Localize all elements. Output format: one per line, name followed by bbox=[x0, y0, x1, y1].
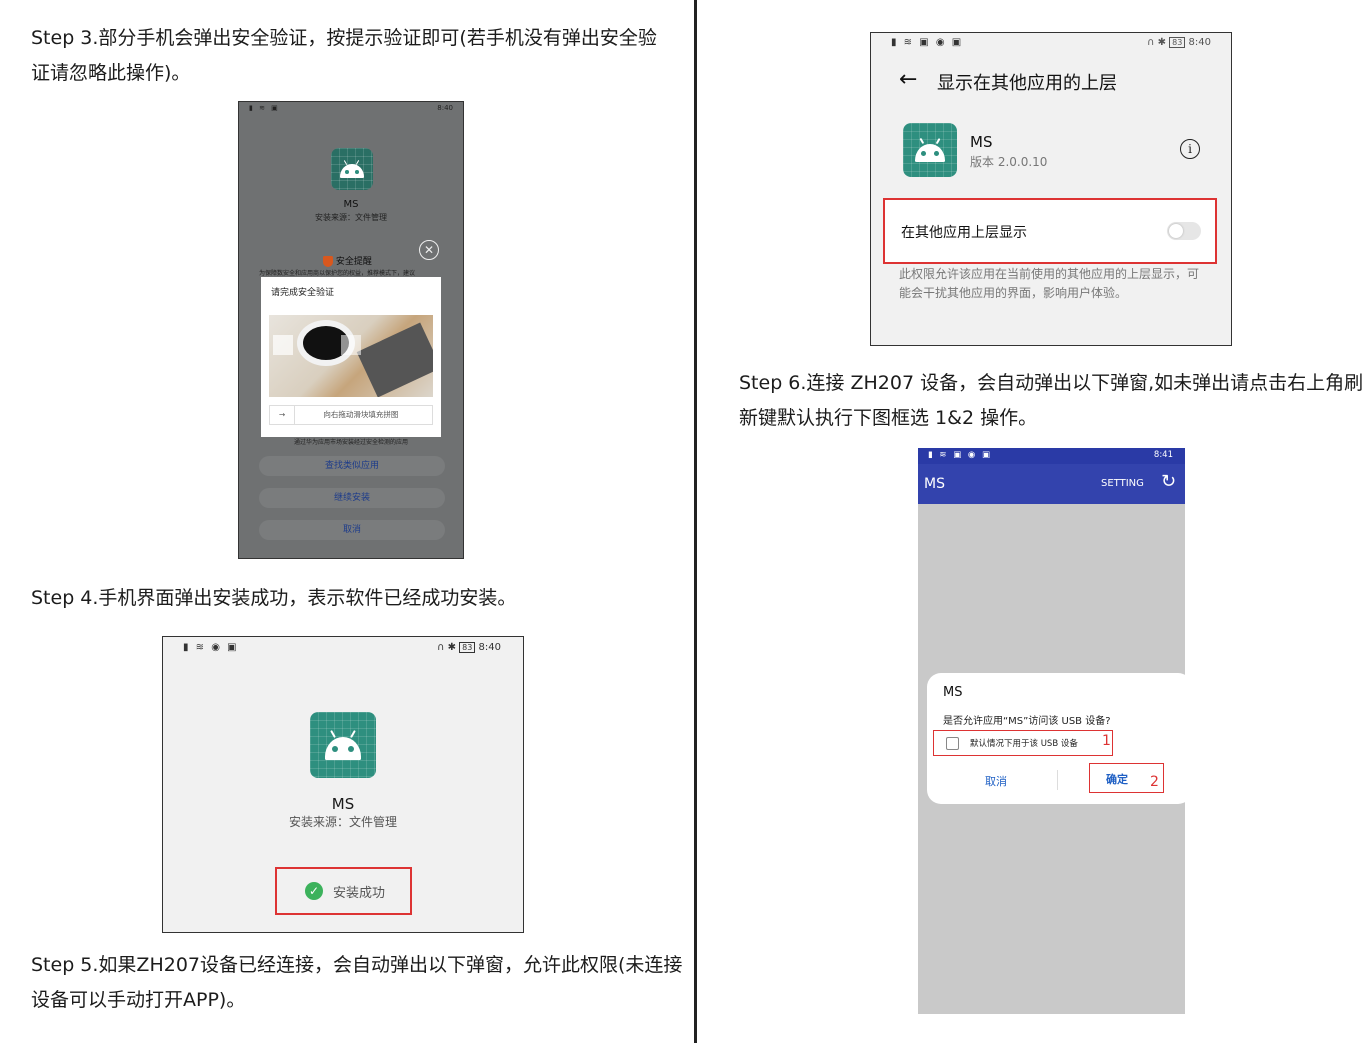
step3-text: Step 3.部分手机会弹出安全验证，按提示验证即可(若手机没有弹出安全验 证请… bbox=[31, 21, 657, 91]
default-usb-checkbox-row[interactable]: 默认情况下用于该 USB 设备 1 bbox=[933, 730, 1113, 756]
continue-install-button[interactable]: 继续安装 bbox=[259, 488, 445, 508]
ok-button-highlight[interactable]: 确定 2 bbox=[1089, 763, 1164, 793]
dialog-question: 是否允许应用“MS”访问该 USB 设备? bbox=[943, 716, 1111, 727]
step6-line1: Step 6.连接 ZH207 设备，会自动弹出以下弹窗,如未弹出请点击右上角刷 bbox=[739, 372, 1364, 394]
status-icons: ▮ ≋ ◉ ▣ bbox=[183, 642, 239, 653]
status-time: 8:40 bbox=[478, 642, 501, 653]
app-title: MS bbox=[924, 476, 945, 492]
security-title: 安全提醒 bbox=[335, 257, 372, 267]
status-icons: ▮ ≋ ▣ ◉ ▣ bbox=[928, 450, 993, 460]
info-icon[interactable]: i bbox=[1180, 139, 1200, 159]
step5-line2: 设备可以手动打开APP)。 bbox=[31, 989, 246, 1011]
android-app-icon bbox=[310, 712, 376, 778]
cancel-button[interactable]: 取消 bbox=[259, 520, 445, 540]
marker-2: 2 bbox=[1150, 774, 1159, 790]
battery-icon: 83 bbox=[459, 642, 476, 653]
verified-note: 通过华为应用市场安装经过安全检测的应用 bbox=[293, 439, 408, 446]
default-usb-checkbox[interactable] bbox=[946, 737, 959, 750]
step3-line2: 证请忽略此操作)。 bbox=[31, 62, 191, 84]
security-verify-screenshot: ▮ ≋ ▣ 8:40 MS 安装来源：文件管理 ✕ 安全提醒 为保障数安全和应用… bbox=[238, 101, 464, 559]
android-app-icon bbox=[903, 123, 957, 177]
permission-description: 此权限允许该应用在当前使用的其他应用的上层显示，可能会干扰其他应用的界面，影响用… bbox=[899, 267, 1200, 300]
usb-permission-screenshot: ▮ ≋ ▣ ◉ ▣ 8:41 MS SETTING ↻ MS 是否允许应用“MS… bbox=[918, 448, 1185, 1014]
success-label: 安装成功 bbox=[333, 886, 386, 901]
install-source: 安装来源：文件管理 bbox=[288, 815, 397, 829]
slider-text: 向右拖动滑块填充拼图 bbox=[323, 410, 399, 419]
dialog-title: MS bbox=[943, 685, 963, 700]
status-icons: ▮ ≋ ▣ bbox=[249, 104, 280, 112]
step5-line1: Step 5.如果ZH207设备已经连接，会自动弹出以下弹窗，允许此权限(未连接 bbox=[31, 954, 683, 976]
status-bar: ▮ ≋ ▣ ◉ ▣ 8:41 bbox=[918, 448, 1185, 464]
battery-icon: 83 bbox=[1169, 37, 1186, 48]
android-app-icon bbox=[331, 148, 373, 190]
overlay-toggle-switch[interactable] bbox=[1167, 222, 1201, 240]
checkbox-label: 默认情况下用于该 USB 设备 bbox=[970, 739, 1078, 749]
app-name: MS bbox=[343, 199, 359, 210]
page-title: 显示在其他应用的上层 bbox=[937, 73, 1117, 94]
overlay-toggle-row[interactable]: 在其他应用上层显示 bbox=[883, 198, 1217, 264]
cancel-button[interactable]: 取消 bbox=[985, 773, 1007, 789]
status-time: 8:41 bbox=[1153, 450, 1173, 460]
usb-permission-dialog: MS 是否允许应用“MS”访问该 USB 设备? 默认情况下用于该 USB 设备… bbox=[927, 673, 1185, 804]
security-header: 安全提醒 bbox=[323, 254, 372, 267]
puzzle-image[interactable] bbox=[269, 315, 433, 397]
status-right: ∩ ✱ 83 8:40 bbox=[1147, 37, 1211, 48]
close-icon[interactable]: ✕ bbox=[419, 240, 439, 260]
status-right: ∩ ✱ 83 8:40 bbox=[437, 642, 501, 653]
app-name: MS bbox=[970, 133, 993, 151]
security-text: 为保障数安全和应用商以保护您的权益，推荐模式下，建议 bbox=[259, 270, 416, 277]
button-divider bbox=[1057, 770, 1058, 790]
verify-dialog: 请完成安全验证 → 向右拖动滑块填充拼图 bbox=[261, 277, 441, 437]
back-arrow-icon[interactable]: ← bbox=[899, 67, 917, 92]
ok-button[interactable]: 确定 bbox=[1106, 771, 1128, 787]
step4-text: Step 4.手机界面弹出安装成功，表示软件已经成功安装。 bbox=[31, 587, 517, 609]
step3-line1: Step 3.部分手机会弹出安全验证，按提示验证即可(若手机没有弹出安全验 bbox=[31, 27, 657, 49]
marker-1: 1 bbox=[1102, 733, 1111, 749]
overlay-permission-screenshot: ▮ ≋ ▣ ◉ ▣ ∩ ✱ 83 8:40 ← 显示在其他应用的上层 MS 版本… bbox=[870, 32, 1232, 346]
step6-text: Step 6.连接 ZH207 设备，会自动弹出以下弹窗,如未弹出请点击右上角刷… bbox=[739, 366, 1363, 436]
app-version: 版本 2.0.0.10 bbox=[970, 155, 1048, 169]
puzzle-piece[interactable] bbox=[273, 335, 293, 355]
toggle-label: 在其他应用上层显示 bbox=[901, 225, 1027, 241]
check-circle-icon: ✓ bbox=[305, 882, 323, 900]
status-time: 8:40 bbox=[437, 104, 453, 112]
step5-text: Step 5.如果ZH207设备已经连接，会自动弹出以下弹窗，允许此权限(未连接… bbox=[31, 948, 682, 1018]
setting-button[interactable]: SETTING bbox=[1101, 478, 1144, 489]
arrow-right-icon[interactable]: → bbox=[270, 406, 295, 424]
install-source: 安装来源：文件管理 bbox=[315, 213, 387, 222]
column-divider bbox=[694, 0, 697, 1043]
app-bar: MS SETTING ↻ bbox=[918, 464, 1185, 504]
find-similar-button[interactable]: 查找类似应用 bbox=[259, 456, 445, 476]
puzzle-slider[interactable]: → 向右拖动滑块填充拼图 bbox=[269, 405, 433, 425]
install-success-highlight: ✓ 安装成功 bbox=[275, 867, 412, 915]
install-success-screenshot: ▮ ≋ ◉ ▣ ∩ ✱ 83 8:40 MS 安装来源：文件管理 ✓ 安装成功 bbox=[162, 636, 524, 933]
status-icons: ▮ ≋ ▣ ◉ ▣ bbox=[891, 37, 964, 48]
verify-title: 请完成安全验证 bbox=[271, 288, 335, 298]
refresh-icon[interactable]: ↻ bbox=[1161, 471, 1176, 492]
step6-line2: 新键默认执行下图框选 1&2 操作。 bbox=[739, 407, 1038, 429]
app-name: MS bbox=[331, 795, 355, 813]
shield-icon bbox=[323, 256, 333, 267]
status-time: 8:40 bbox=[1188, 37, 1211, 48]
